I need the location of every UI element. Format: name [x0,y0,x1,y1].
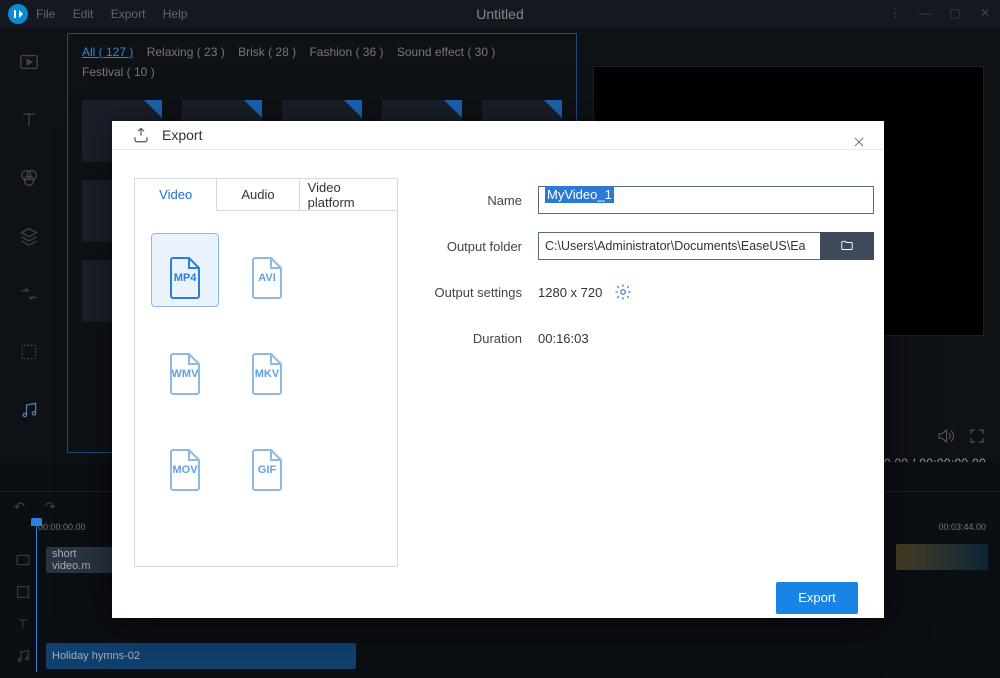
ruler-tick: 00:00:00.00 [38,522,86,532]
format-mkv[interactable]: MKV [233,329,301,403]
tool-transition-icon[interactable] [17,282,41,306]
output-folder-input[interactable]: C:\Users\Administrator\Documents\EaseUS\… [538,232,820,260]
menu-help[interactable]: Help [163,7,188,21]
asset-tag-all[interactable]: All ( 127 ) [82,45,133,59]
asset-tag[interactable]: Brisk ( 28 ) [238,45,296,59]
fullscreen-icon[interactable] [968,427,986,448]
audio-clip[interactable]: Holiday hymns-02 [46,643,356,669]
export-icon [132,126,150,144]
resolution-value: 1280 x 720 [538,285,602,300]
window-more-icon[interactable]: ⋮ [886,4,904,22]
gear-icon[interactable] [614,283,632,301]
tab-video[interactable]: Video [135,179,217,211]
export-button[interactable]: Export [776,582,858,614]
tool-filter-icon[interactable] [17,166,41,190]
tool-media-icon[interactable] [17,50,41,74]
folder-icon [838,239,856,253]
name-input[interactable]: MyVideo_1 [538,186,874,214]
browse-folder-button[interactable] [820,232,874,260]
output-folder-label: Output folder [430,239,538,254]
format-mov[interactable]: MOV [151,425,219,499]
volume-icon[interactable] [936,427,954,448]
asset-tag[interactable]: Sound effect ( 30 ) [397,45,496,59]
tab-video-platform[interactable]: Video platform [300,179,397,211]
tl-redo-icon[interactable]: ↷ [45,499,56,515]
menu-export[interactable]: Export [111,7,146,21]
format-avi[interactable]: AVI [233,233,301,307]
tool-overlay-icon[interactable] [17,224,41,248]
format-mp4[interactable]: MP4 [151,233,219,307]
close-icon[interactable] [850,133,868,151]
output-settings-label: Output settings [430,285,538,300]
asset-tag[interactable]: Festival ( 10 ) [82,65,155,79]
asset-tag[interactable]: Fashion ( 36 ) [309,45,383,59]
track-overlay-icon[interactable] [8,584,38,600]
menu-edit[interactable]: Edit [73,7,94,21]
format-gif[interactable]: GIF [233,425,301,499]
track-audio-icon[interactable] [8,648,38,664]
asset-tag[interactable]: Relaxing ( 23 ) [147,45,225,59]
window-maximize-icon[interactable]: ▢ [946,4,964,22]
duration-value: 00:16:03 [538,331,589,346]
track-text-icon[interactable] [8,617,38,631]
ruler-tick: 00:03:44.00 [938,522,986,532]
format-grid: MP4 AVI WMV MKV MOV [134,211,398,567]
export-dialog-title: Export [162,127,202,143]
name-label: Name [430,193,538,208]
format-wmv[interactable]: WMV [151,329,219,403]
export-dialog: Export Video Audio Video platform MP4 AV… [112,121,884,618]
name-value: MyVideo_1 [545,186,614,203]
app-logo-icon [8,4,28,24]
tool-text-icon[interactable] [17,108,41,132]
window-close-icon[interactable]: ✕ [976,4,994,22]
tool-element-icon[interactable] [17,340,41,364]
tl-undo-icon[interactable]: ↶ [14,499,25,515]
track-video-icon[interactable] [8,552,38,568]
window-title: Untitled [476,6,523,22]
menu-file[interactable]: File [36,7,55,21]
window-minimize-icon[interactable]: — [916,4,934,22]
tool-music-icon[interactable] [17,398,41,422]
duration-label: Duration [430,331,538,346]
tab-audio[interactable]: Audio [217,179,299,211]
video-clip[interactable] [896,544,988,570]
app-menubar: File Edit Export Help [36,7,201,21]
